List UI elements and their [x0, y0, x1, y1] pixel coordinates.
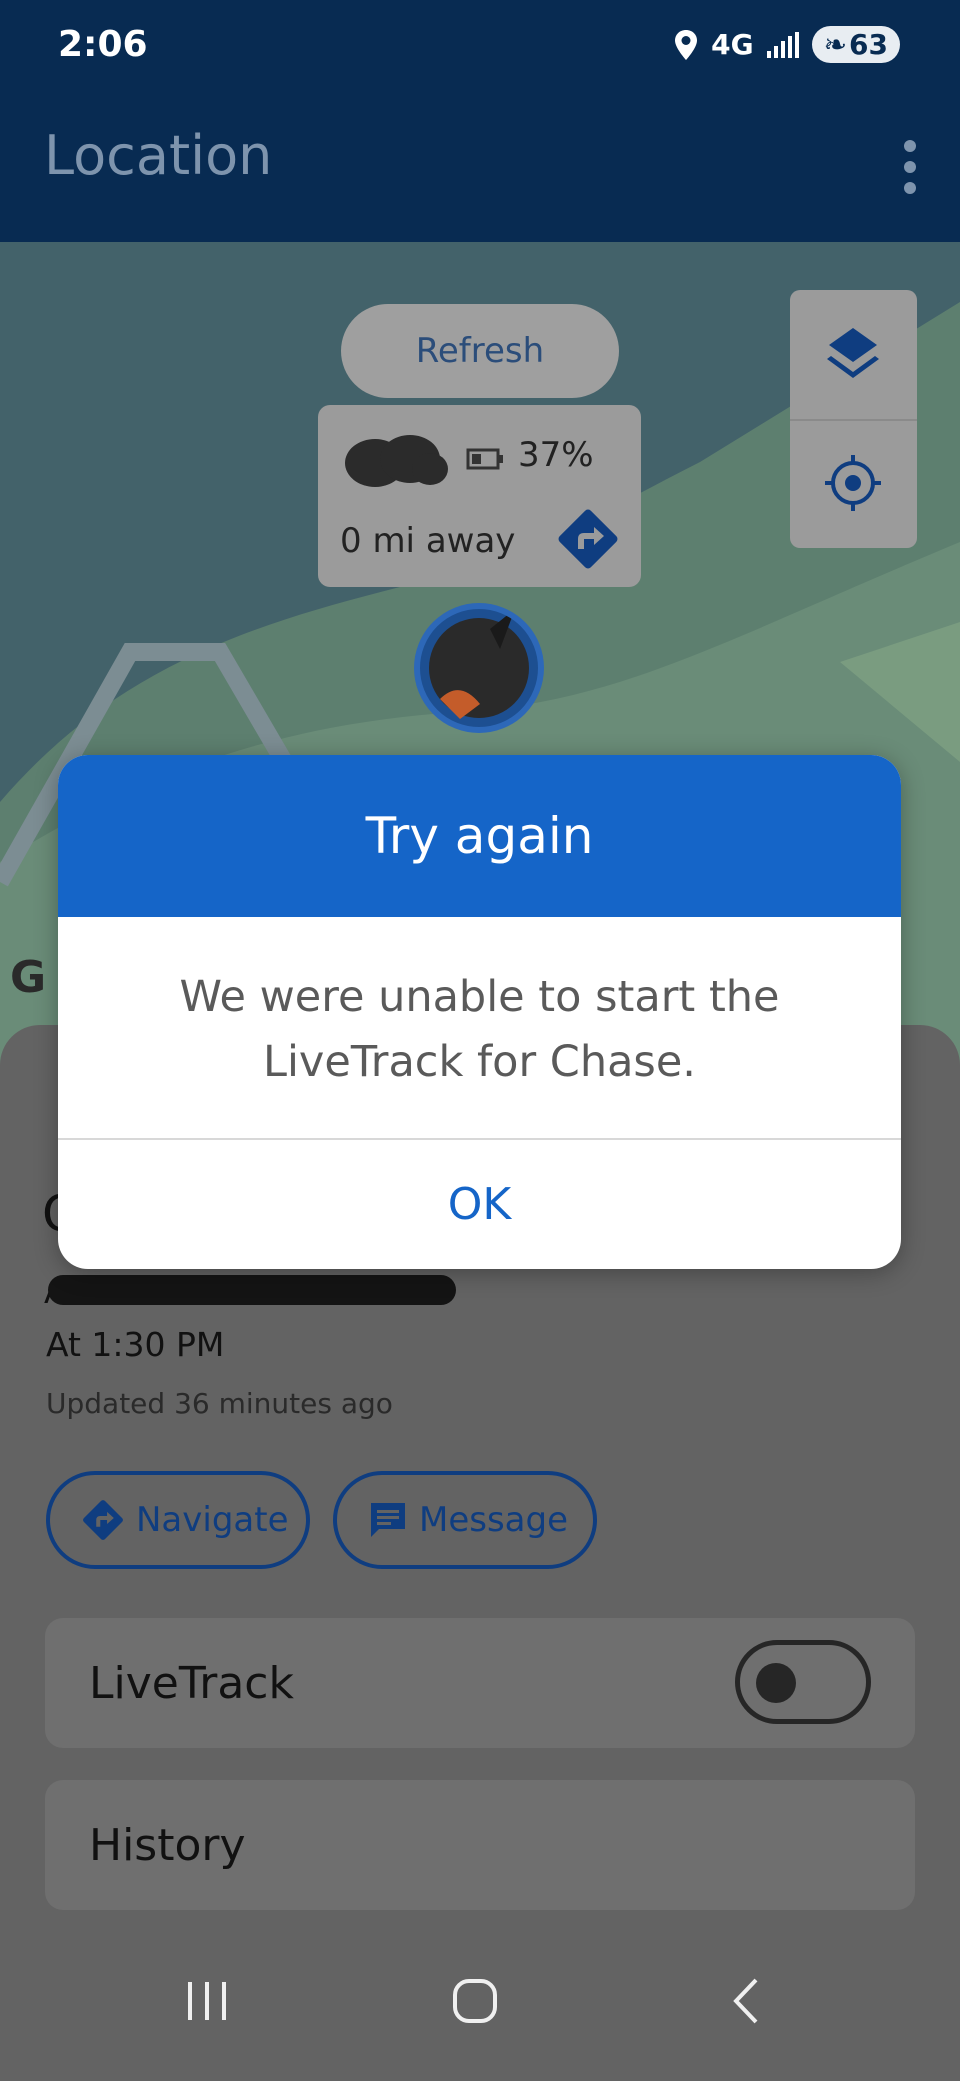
error-dialog: Try again We were unable to start the Li… — [58, 755, 901, 1269]
home-icon[interactable] — [450, 1976, 500, 2026]
navigate-label: Navigate — [136, 1500, 289, 1540]
avatar-redacted — [429, 609, 529, 719]
map-controls — [790, 290, 917, 548]
distance-label: 0 mi away — [340, 521, 516, 561]
recent-apps-icon[interactable] — [182, 1976, 232, 2026]
livetrack-toggle[interactable] — [735, 1640, 871, 1724]
history-row[interactable]: History — [45, 1780, 915, 1910]
status-icons: 4G ❧ 63 — [673, 26, 900, 63]
status-bar: 2:06 4G ❧ 63 — [0, 0, 960, 94]
ok-button[interactable]: OK — [58, 1140, 901, 1269]
device-avatar-redacted — [345, 435, 448, 487]
network-type: 4G — [711, 28, 754, 61]
status-time: 2:06 — [58, 24, 148, 65]
directions-icon[interactable] — [554, 505, 622, 573]
battery-icon — [466, 448, 503, 470]
message-label: Message — [419, 1500, 569, 1540]
system-nav-bar — [0, 1960, 960, 2081]
directions-icon — [83, 1500, 123, 1540]
message-icon — [371, 1503, 405, 1537]
device-info-card[interactable]: 37% 0 mi away — [318, 405, 641, 587]
location-pin-icon — [675, 29, 698, 60]
user-location-avatar[interactable] — [414, 603, 544, 733]
refresh-button[interactable]: Refresh — [341, 304, 619, 398]
message-button[interactable]: Message — [333, 1471, 597, 1569]
my-location-icon[interactable] — [790, 419, 917, 548]
address-redaction — [48, 1275, 456, 1305]
battery-level: 63 — [849, 28, 888, 61]
toggle-knob — [756, 1663, 796, 1703]
location-time: At 1:30 PM — [46, 1325, 225, 1364]
leaf-icon: ❧ — [823, 28, 848, 61]
dialog-message: We were unable to start the LiveTrack fo… — [179, 972, 780, 1087]
navigate-button[interactable]: Navigate — [46, 1471, 310, 1569]
history-label: History — [89, 1819, 246, 1871]
battery-indicator: ❧ 63 — [811, 26, 900, 63]
page-title: Location — [44, 124, 273, 187]
signal-icon — [766, 31, 799, 58]
layers-icon[interactable] — [790, 290, 917, 419]
map-attribution-logo: G — [10, 952, 47, 1003]
battery-percent: 37% — [518, 435, 594, 475]
updated-time: Updated 36 minutes ago — [46, 1387, 393, 1420]
more-vert-icon[interactable] — [890, 132, 930, 202]
back-icon[interactable] — [722, 1976, 772, 2026]
livetrack-label: LiveTrack — [89, 1657, 294, 1709]
livetrack-row[interactable]: LiveTrack — [45, 1618, 915, 1748]
dialog-title: Try again — [58, 755, 901, 917]
app-bar: Location — [0, 94, 960, 242]
